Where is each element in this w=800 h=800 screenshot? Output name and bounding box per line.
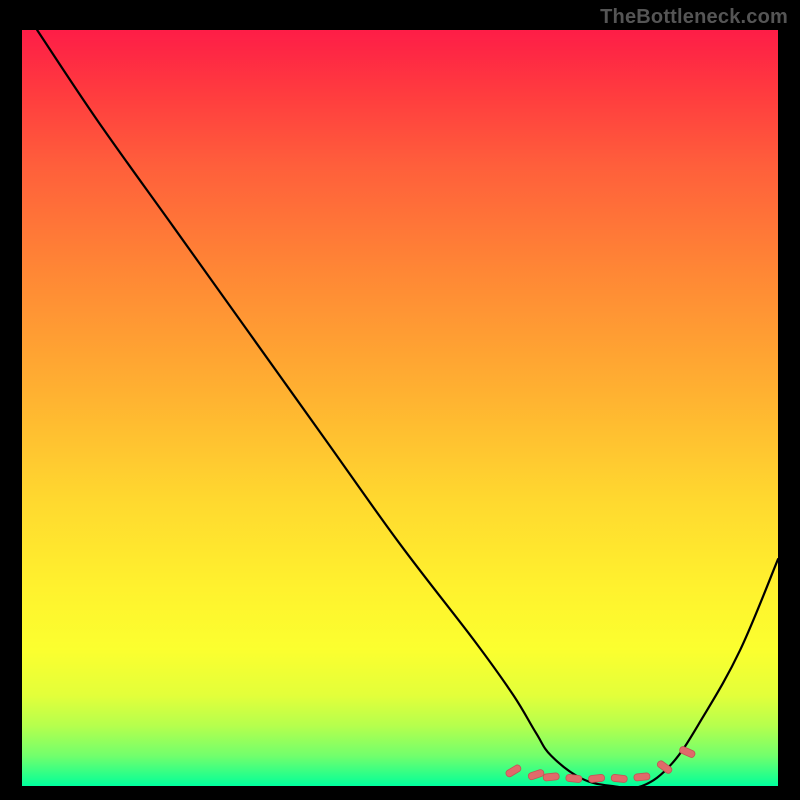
- chart-stage: TheBottleneck.com: [0, 0, 800, 800]
- watermark-text: TheBottleneck.com: [600, 6, 788, 29]
- heat-gradient: [22, 30, 778, 786]
- plot-area: [22, 30, 778, 786]
